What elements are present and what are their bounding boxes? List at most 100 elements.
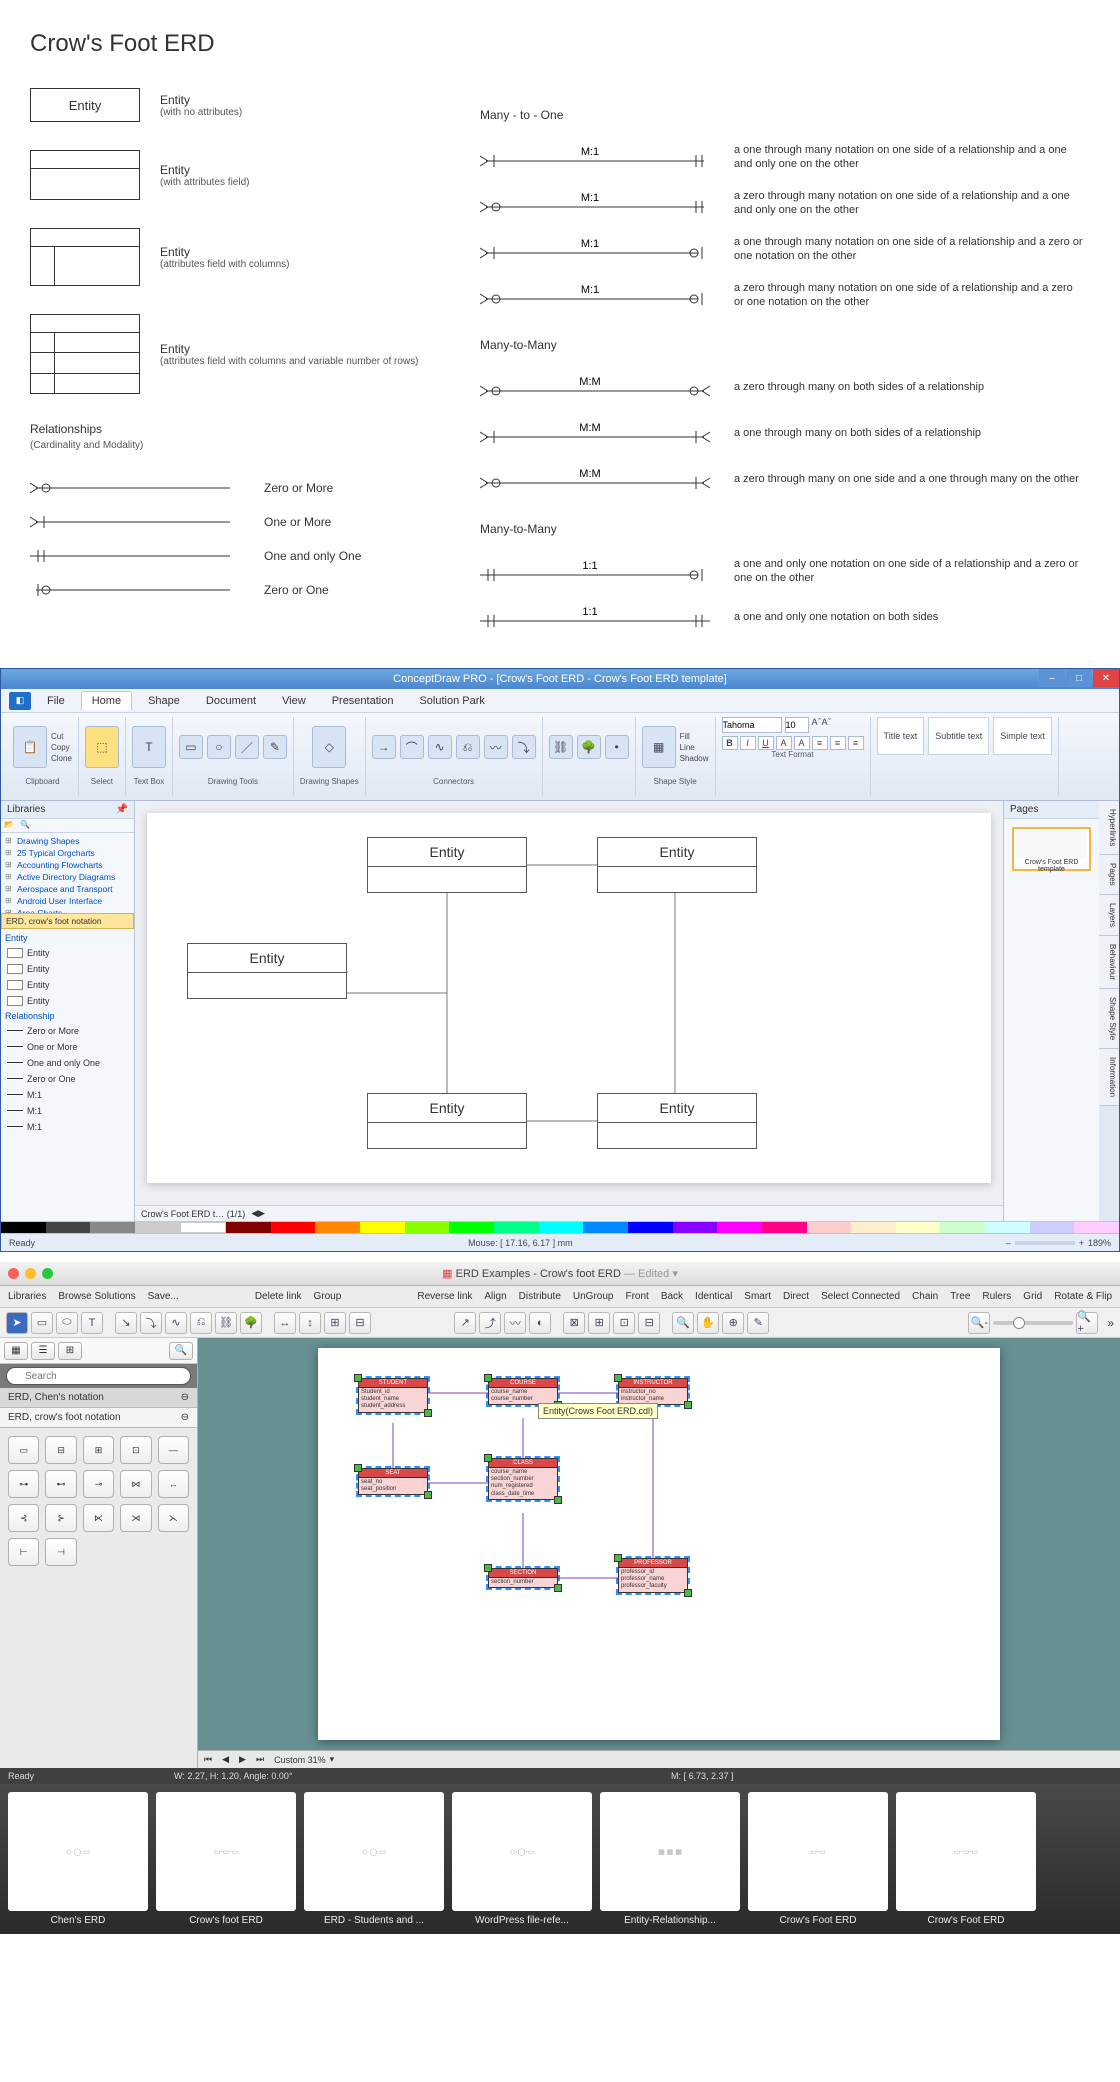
toolbar-save[interactable]: Save... <box>148 1291 179 1302</box>
zoom-dropdown[interactable]: Custom 31% ▾ <box>274 1754 334 1765</box>
zoom-tool-icon[interactable]: 🔍 <box>672 1312 694 1334</box>
gallery-item[interactable]: ◇ ◯ ▭Chen's ERD <box>8 1792 148 1926</box>
menu-file[interactable]: File <box>37 692 75 710</box>
connector-direct[interactable]: → <box>372 735 396 759</box>
tool-icon[interactable]: ▭ <box>31 1312 53 1334</box>
tool-icon[interactable]: ↔ <box>274 1312 296 1334</box>
side-tab-crowsfoot[interactable]: ERD, crow's foot notation⊖ <box>0 1408 197 1428</box>
tool-icon[interactable]: ⊠ <box>563 1312 585 1334</box>
page-prev-icon[interactable]: ◀ <box>222 1754 229 1765</box>
gallery-item[interactable]: ▭-▭Crow's Foot ERD <box>748 1792 888 1926</box>
shape-item[interactable]: Zero or More <box>5 1023 130 1039</box>
palette-shape[interactable]: — <box>158 1436 189 1464</box>
copy-button[interactable]: Copy <box>51 743 72 752</box>
toolbar-front[interactable]: Front <box>625 1291 648 1302</box>
app-logo-icon[interactable]: ◧ <box>9 692 31 710</box>
tool-icon[interactable]: ✎ <box>263 735 287 759</box>
toolbar-group[interactable]: Group <box>314 1291 342 1302</box>
tool-icon[interactable]: ⊟ <box>349 1312 371 1334</box>
canvas-entity[interactable]: Entity <box>598 1094 756 1123</box>
toolbar-rulers[interactable]: Rulers <box>982 1291 1011 1302</box>
gallery-item[interactable]: ▦ ▦ ▦Entity-Relationship... <box>600 1792 740 1926</box>
font-select[interactable] <box>722 717 782 733</box>
page-next-icon[interactable]: ▶ <box>239 1754 246 1765</box>
palette-shape[interactable]: ⋈ <box>120 1470 151 1498</box>
toolbar-identical[interactable]: Identical <box>695 1291 732 1302</box>
palette-shape[interactable]: ⊶ <box>8 1470 39 1498</box>
shapes-button[interactable]: ◇ <box>312 726 346 768</box>
tool-icon[interactable]: ⊞ <box>324 1312 346 1334</box>
folder-item[interactable]: Accounting Flowcharts <box>5 859 130 871</box>
toolbar-distribute[interactable]: Distribute <box>519 1291 561 1302</box>
palette-shape[interactable]: ⊡ <box>120 1436 151 1464</box>
tool-icon[interactable]: ／ <box>235 735 259 759</box>
folder-item[interactable]: 25 Typical Orgcharts <box>5 847 130 859</box>
paste-button[interactable]: 📋 <box>13 726 47 768</box>
toolbar-rotate[interactable]: Rotate & Flip <box>1054 1291 1112 1302</box>
view-list-icon[interactable]: ☰ <box>31 1342 55 1360</box>
scroll-right-icon[interactable]: ▶ <box>258 1208 265 1219</box>
bold-button[interactable]: B <box>722 736 738 750</box>
toolbar-grid[interactable]: Grid <box>1023 1291 1042 1302</box>
mac-close-icon[interactable] <box>8 1268 19 1279</box>
title-text-button[interactable]: Title text <box>877 717 925 755</box>
shape-item[interactable]: M:1 <box>5 1103 130 1119</box>
folder-item[interactable]: Area Charts <box>5 907 130 913</box>
shape-item[interactable]: Entity <box>5 977 130 993</box>
side-tab[interactable]: Information <box>1099 1049 1119 1106</box>
gallery-item[interactable]: ◇ ◯ ▭ERD - Students and ... <box>304 1792 444 1926</box>
chain-button[interactable]: ⛓ <box>549 735 573 759</box>
tool-icon[interactable]: ⤴ <box>479 1312 501 1334</box>
underline-button[interactable]: U <box>758 736 774 750</box>
subtitle-text-button[interactable]: Subtitle text <box>928 717 989 755</box>
simple-text-button[interactable]: Simple text <box>993 717 1052 755</box>
shape-item[interactable]: Zero or One <box>5 1071 130 1087</box>
select-button[interactable]: ⬚ <box>85 726 119 768</box>
erd-entity[interactable]: INSTRUCTORinstructor_noinstructor_name <box>618 1378 688 1405</box>
palette-shape[interactable]: ⊣ <box>45 1538 76 1566</box>
tool-icon[interactable]: T <box>81 1312 103 1334</box>
erd-entity[interactable]: SEATseat_noseat_position <box>358 1468 428 1495</box>
canvas-entity[interactable]: Entity <box>188 944 346 973</box>
shape-section-header[interactable]: Relationship <box>5 1009 130 1023</box>
menu-presentation[interactable]: Presentation <box>322 692 404 710</box>
toolbar-smart[interactable]: Smart <box>744 1291 771 1302</box>
tool-icon[interactable]: ⎌ <box>190 1312 212 1334</box>
palette-shape[interactable]: ⋋ <box>158 1504 189 1532</box>
tool-icon[interactable]: ◐ <box>529 1312 551 1334</box>
page-thumbnail[interactable]: Crow's Foot ERD template <box>1012 827 1091 871</box>
italic-button[interactable]: I <box>740 736 756 750</box>
align-right-button[interactable]: ≡ <box>848 736 864 750</box>
mac-minimize-icon[interactable] <box>25 1268 36 1279</box>
tool-icon[interactable]: 🌳 <box>240 1312 262 1334</box>
tool-icon[interactable]: ⊕ <box>722 1312 744 1334</box>
toolbar-align[interactable]: Align <box>484 1291 506 1302</box>
shape-item[interactable]: Entity <box>5 993 130 1009</box>
point-button[interactable]: • <box>605 735 629 759</box>
tool-icon[interactable]: ↗ <box>454 1312 476 1334</box>
shape-item[interactable]: Entity <box>5 961 130 977</box>
line-label[interactable]: Line <box>680 743 709 752</box>
side-tab[interactable]: Layers <box>1099 895 1119 936</box>
page-last-icon[interactable]: ⏭ <box>256 1754 264 1765</box>
menu-solutionpark[interactable]: Solution Park <box>409 692 494 710</box>
fontcolor-button[interactable]: A <box>776 736 792 750</box>
tool-icon[interactable]: ↕ <box>299 1312 321 1334</box>
erd-entity[interactable]: CLASScourse_namesection_numbernum_regist… <box>488 1458 558 1500</box>
zoom-in-icon[interactable]: + <box>1079 1238 1084 1248</box>
palette-shape[interactable]: ⊸ <box>83 1470 114 1498</box>
shape-item[interactable]: One and only One <box>5 1055 130 1071</box>
view-detail-icon[interactable]: ⊞ <box>58 1342 82 1360</box>
eyedropper-icon[interactable]: ✎ <box>747 1312 769 1334</box>
toolbar-reverselink[interactable]: Reverse link <box>417 1291 472 1302</box>
textbox-button[interactable]: T <box>132 726 166 768</box>
toolbar-tree[interactable]: Tree <box>950 1291 970 1302</box>
connector-bezier[interactable]: ∿ <box>428 735 452 759</box>
menu-home[interactable]: Home <box>81 691 132 710</box>
cut-button[interactable]: Cut <box>51 732 72 741</box>
tool-icon[interactable]: ⊞ <box>588 1312 610 1334</box>
canvas-area[interactable]: Entity Entity Entity Entity Entity Crow'… <box>135 801 1003 1221</box>
side-tab[interactable]: Behaviour <box>1099 936 1119 989</box>
erd-entity[interactable]: SECTIONsection_number <box>488 1568 558 1588</box>
tool-icon[interactable]: ⊡ <box>613 1312 635 1334</box>
